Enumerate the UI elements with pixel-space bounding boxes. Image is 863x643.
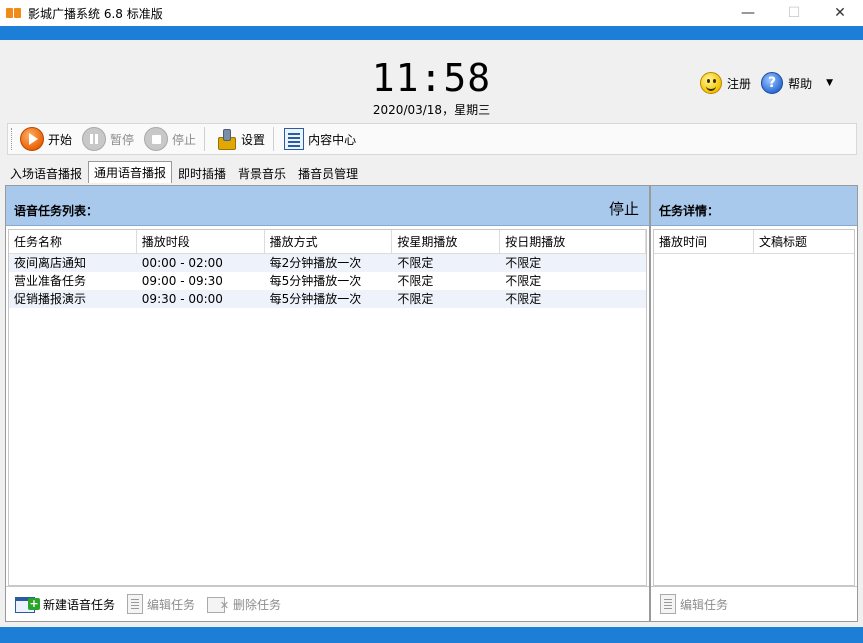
help-link[interactable]: ? 帮助 bbox=[761, 72, 812, 94]
tab-background-music[interactable]: 背景音乐 bbox=[232, 163, 292, 183]
stop-button[interactable]: 停止 bbox=[140, 125, 200, 153]
date-cell: 不限定 bbox=[505, 256, 542, 270]
register-link[interactable]: 注册 bbox=[700, 72, 751, 94]
task-detail-panel: 任务详情： 播放时间 文稿标题 编辑任务 bbox=[650, 185, 858, 622]
task-name-cell: 促销播报演示 bbox=[14, 292, 87, 306]
delete-task-button[interactable]: 删除任务 bbox=[204, 595, 284, 613]
top-accent-bar bbox=[0, 26, 863, 40]
maximize-button[interactable]: ☐ bbox=[771, 0, 817, 26]
pause-button[interactable]: 暂停 bbox=[78, 125, 138, 153]
date-cell: 不限定 bbox=[505, 274, 542, 288]
task-table[interactable]: 任务名称 播放时段 播放方式 按星期播放 按日期播放 夜间离店通知 00:00 … bbox=[8, 229, 647, 586]
tab-instant-insert[interactable]: 即时插播 bbox=[172, 163, 232, 183]
edit-task-label: 编辑任务 bbox=[147, 597, 196, 612]
delete-icon bbox=[207, 595, 229, 613]
task-detail-footer: 编辑任务 bbox=[651, 586, 857, 621]
detail-edit-task-button[interactable]: 编辑任务 bbox=[657, 594, 731, 614]
start-button[interactable]: 开始 bbox=[16, 125, 76, 153]
app-logo-icon bbox=[6, 6, 22, 20]
play-mode-cell: 每5分钟播放一次 bbox=[269, 274, 362, 288]
tab-general-voice[interactable]: 通用语音播报 bbox=[88, 161, 173, 183]
task-list-title: 语音任务列表： bbox=[14, 204, 99, 218]
date-cell: 不限定 bbox=[505, 292, 542, 306]
task-list-footer: 新建语音任务 编辑任务 删除任务 bbox=[6, 586, 649, 621]
column-header[interactable]: 播放时间 bbox=[654, 230, 754, 254]
time-range-cell: 09:00 - 09:30 bbox=[141, 274, 223, 288]
toolbar-divider bbox=[204, 127, 206, 151]
settings-button[interactable]: 设置 bbox=[211, 125, 269, 153]
edit-task-button[interactable]: 编辑任务 bbox=[124, 594, 198, 614]
help-icon: ? bbox=[761, 72, 784, 94]
edit-document-icon bbox=[127, 594, 144, 614]
pause-label: 暂停 bbox=[110, 132, 135, 147]
document-icon bbox=[284, 128, 305, 150]
chevron-down-icon[interactable]: ▼ bbox=[826, 78, 833, 88]
table-row[interactable]: 促销播报演示 09:30 - 00:00 每5分钟播放一次 不限定 不限定 bbox=[9, 290, 646, 308]
tab-announcer-management[interactable]: 播音员管理 bbox=[292, 163, 364, 183]
task-list-header: 语音任务列表： 停止 bbox=[6, 186, 649, 226]
column-header[interactable]: 按日期播放 bbox=[500, 230, 646, 254]
settings-label: 设置 bbox=[241, 132, 266, 147]
weekday-cell: 不限定 bbox=[397, 256, 434, 270]
minimize-button[interactable]: — bbox=[725, 0, 771, 26]
task-detail-table[interactable]: 播放时间 文稿标题 bbox=[653, 229, 855, 586]
table-header: 播放时间 文稿标题 bbox=[654, 230, 854, 254]
task-name-cell: 营业准备任务 bbox=[14, 274, 87, 288]
task-detail-title: 任务详情： bbox=[659, 204, 720, 218]
add-task-icon bbox=[15, 595, 40, 613]
window-title: 影城广播系统 6.8 标准版 bbox=[28, 6, 163, 21]
weekday-cell: 不限定 bbox=[397, 292, 434, 306]
playback-status: 停止 bbox=[608, 200, 639, 218]
header: 11:58 2020/03/18，星期三 注册 ? 帮助 ▼ bbox=[0, 40, 863, 120]
toolbar: 开始 暂停 停止 设置 内容中心 bbox=[7, 123, 857, 155]
title-bar: 影城广播系统 6.8 标准版 — ☐ ✕ bbox=[0, 0, 863, 26]
settings-icon bbox=[215, 128, 237, 150]
column-header[interactable]: 播放时段 bbox=[137, 230, 265, 254]
play-icon bbox=[20, 127, 44, 151]
tab-entry-voice[interactable]: 入场语音播报 bbox=[4, 163, 88, 183]
task-list-panel: 语音任务列表： 停止 任务名称 播放时段 播放方式 按星期播放 按日期播放 夜间… bbox=[5, 185, 650, 622]
delete-task-label: 删除任务 bbox=[233, 597, 282, 612]
play-mode-cell: 每2分钟播放一次 bbox=[269, 256, 362, 270]
bottom-accent-bar bbox=[0, 627, 863, 643]
new-voice-task-label: 新建语音任务 bbox=[43, 597, 116, 612]
close-button[interactable]: ✕ bbox=[817, 0, 863, 26]
smiley-icon bbox=[700, 72, 723, 94]
header-links: 注册 ? 帮助 ▼ bbox=[690, 72, 833, 94]
pause-icon bbox=[82, 127, 107, 151]
date-display: 2020/03/18，星期三 bbox=[372, 103, 491, 117]
detail-edit-task-label: 编辑任务 bbox=[680, 597, 729, 612]
column-header[interactable]: 文稿标题 bbox=[754, 230, 854, 254]
table-row[interactable]: 营业准备任务 09:00 - 09:30 每5分钟播放一次 不限定 不限定 bbox=[9, 272, 646, 290]
edit-document-icon bbox=[660, 594, 676, 614]
window-controls: — ☐ ✕ bbox=[725, 0, 863, 26]
task-name-cell: 夜间离店通知 bbox=[14, 256, 87, 270]
tab-strip: 入场语音播报 通用语音播报 即时插播 背景音乐 播音员管理 bbox=[4, 161, 364, 183]
table-body: 夜间离店通知 00:00 - 02:00 每2分钟播放一次 不限定 不限定 营业… bbox=[9, 254, 646, 308]
column-header[interactable]: 按星期播放 bbox=[392, 230, 501, 254]
weekday-cell: 不限定 bbox=[397, 274, 434, 288]
column-header[interactable]: 播放方式 bbox=[265, 230, 393, 254]
play-mode-cell: 每5分钟播放一次 bbox=[269, 292, 362, 306]
start-label: 开始 bbox=[48, 132, 73, 147]
new-voice-task-button[interactable]: 新建语音任务 bbox=[12, 595, 118, 613]
content-center-label: 内容中心 bbox=[308, 132, 357, 147]
time-range-cell: 09:30 - 00:00 bbox=[141, 292, 223, 306]
stop-icon bbox=[144, 127, 169, 151]
content-center-button[interactable]: 内容中心 bbox=[280, 125, 360, 153]
toolbar-divider bbox=[273, 127, 275, 151]
task-detail-header: 任务详情： bbox=[651, 186, 857, 226]
column-header[interactable]: 任务名称 bbox=[9, 230, 137, 254]
time-range-cell: 00:00 - 02:00 bbox=[141, 256, 223, 270]
table-row[interactable]: 夜间离店通知 00:00 - 02:00 每2分钟播放一次 不限定 不限定 bbox=[9, 254, 646, 272]
table-header: 任务名称 播放时段 播放方式 按星期播放 按日期播放 bbox=[9, 230, 646, 254]
stop-label: 停止 bbox=[172, 132, 197, 147]
help-label: 帮助 bbox=[788, 76, 813, 91]
toolbar-grip[interactable] bbox=[11, 128, 14, 150]
register-label: 注册 bbox=[727, 76, 752, 91]
